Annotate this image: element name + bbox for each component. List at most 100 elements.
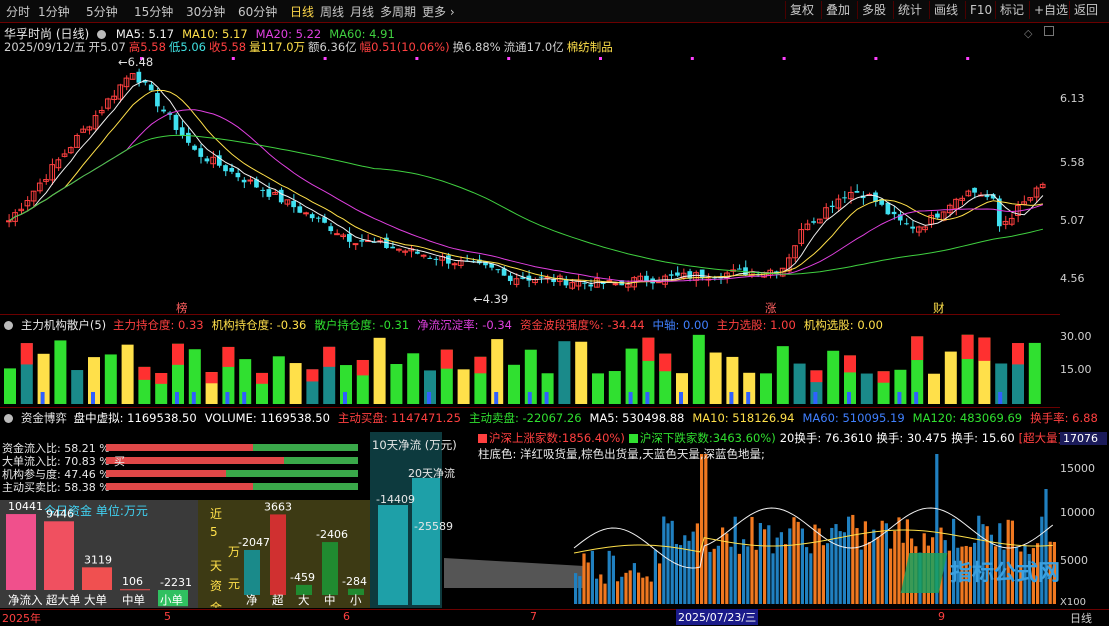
five-day-label-4: 小 bbox=[350, 593, 362, 607]
force-bar bbox=[373, 337, 386, 404]
force-bar-top bbox=[20, 343, 33, 365]
volume-bar bbox=[662, 516, 666, 604]
period-tab-0[interactable]: 分时 bbox=[6, 3, 30, 20]
period-tab-4[interactable]: 30分钟 bbox=[186, 3, 225, 20]
volume-bar bbox=[578, 576, 582, 604]
volume-legend-4: 换手: 15.60 bbox=[951, 431, 1015, 445]
p2-tick-2: 15.00 bbox=[1060, 363, 1092, 376]
signal-dot bbox=[323, 57, 327, 60]
vol-unit: X100 bbox=[1060, 597, 1086, 608]
diamond-icon[interactable]: ◇ bbox=[1024, 27, 1032, 40]
period-tab-6[interactable]: 日线 bbox=[290, 3, 314, 20]
today-value-1: 9446 bbox=[46, 507, 74, 520]
force-bar-base bbox=[343, 392, 347, 404]
period-tab-8[interactable]: 月线 bbox=[350, 3, 374, 20]
candle-body bbox=[179, 127, 185, 136]
candle-body bbox=[972, 187, 977, 193]
force-bar bbox=[289, 363, 302, 404]
today-bar-2 bbox=[82, 567, 112, 590]
force-bar bbox=[54, 340, 67, 404]
legend-swatch-0 bbox=[478, 434, 487, 443]
force-bar bbox=[575, 341, 588, 404]
period-tab-3[interactable]: 15分钟 bbox=[134, 3, 173, 20]
period-tab-9[interactable]: 多周期 bbox=[380, 3, 416, 20]
volume-bar bbox=[729, 546, 733, 604]
ratio-bar-fill-2 bbox=[106, 470, 226, 477]
force-bar-base bbox=[544, 392, 549, 404]
p2-tick-1: 30.00 bbox=[1060, 330, 1092, 343]
toolbar-button-7[interactable]: +自选 bbox=[1029, 1, 1072, 19]
volume-bar bbox=[746, 546, 750, 604]
signal-dot bbox=[690, 57, 694, 60]
volume-bar bbox=[725, 533, 729, 604]
volume-bar bbox=[742, 539, 746, 604]
volume-note: 柱底色: 洋红吸货量,棕色出货量,天蓝色天量,深蓝色地量; bbox=[478, 447, 765, 461]
p3-field-0: 盘中虚拟: 1169538.50 bbox=[73, 411, 197, 425]
period-tab-10[interactable]: 更多 › bbox=[422, 3, 455, 20]
period-tab-1[interactable]: 1分钟 bbox=[38, 3, 70, 20]
ten-day-value: -14409 bbox=[376, 493, 415, 506]
price-chart[interactable] bbox=[0, 52, 1060, 312]
force-bar-top bbox=[659, 353, 672, 372]
toolbar-button-6[interactable]: 标记 bbox=[995, 1, 1028, 19]
panel2-title[interactable]: 主力机构散户(5) bbox=[21, 318, 106, 332]
toolbar-button-3[interactable]: 统计 bbox=[893, 1, 926, 19]
toolbar-button-1[interactable]: 叠加 bbox=[821, 1, 854, 19]
force-bar bbox=[71, 370, 84, 404]
volume-bar bbox=[716, 545, 720, 604]
square-icon[interactable] bbox=[1044, 26, 1054, 36]
force-bar-top bbox=[155, 373, 168, 384]
p3-field-1: VOLUME: 1169538.50 bbox=[204, 411, 330, 425]
signal-dot bbox=[231, 57, 235, 60]
candle-body bbox=[161, 109, 166, 112]
p3-field-3: 主动卖盘: -22067.26 bbox=[468, 411, 582, 425]
period-tab-7[interactable]: 周线 bbox=[320, 3, 344, 20]
candle-body bbox=[612, 283, 619, 286]
volume-bar bbox=[868, 541, 872, 604]
volume-bar bbox=[809, 553, 813, 604]
five-day-title-char-6: 金 bbox=[210, 600, 222, 608]
force-bar-base bbox=[242, 392, 247, 404]
toolbar-button-8[interactable]: 返回 bbox=[1069, 1, 1102, 19]
force-bar bbox=[827, 350, 840, 404]
main-force-chart[interactable] bbox=[0, 332, 1060, 406]
toolbar-button-5[interactable]: F10 bbox=[965, 1, 996, 19]
force-bar bbox=[457, 369, 470, 404]
gear-icon[interactable] bbox=[4, 414, 13, 423]
force-bar bbox=[928, 373, 940, 404]
toolbar-button-2[interactable]: 多股 bbox=[857, 1, 890, 19]
volume-bar bbox=[813, 524, 817, 604]
candle-body bbox=[699, 269, 705, 279]
p3-field-7: MA120: 483069.69 bbox=[912, 411, 1023, 425]
volume-bar bbox=[889, 548, 893, 604]
candle-body bbox=[155, 92, 160, 107]
candle-body bbox=[736, 268, 742, 270]
panel3-title[interactable]: 资金博弈 bbox=[21, 411, 67, 425]
time-period[interactable]: 日线 bbox=[1070, 610, 1092, 626]
candle-body bbox=[935, 213, 940, 218]
signal-dot bbox=[874, 57, 878, 60]
force-bar bbox=[272, 356, 285, 404]
force-bar-base bbox=[628, 392, 633, 404]
five-day-bar-0 bbox=[244, 549, 260, 595]
toolbar-button-0[interactable]: 复权 bbox=[785, 1, 818, 19]
volume-bar bbox=[700, 454, 704, 604]
gear-icon[interactable] bbox=[4, 321, 13, 330]
volume-bar bbox=[683, 535, 687, 604]
signal-dot bbox=[415, 57, 419, 60]
five-day-title-char-2: 天 bbox=[210, 559, 222, 573]
candle-body bbox=[904, 223, 909, 225]
today-bar-1 bbox=[44, 521, 74, 590]
vol-tick-1: 15000 bbox=[1060, 462, 1095, 475]
force-bar-base bbox=[897, 392, 902, 404]
candle-body bbox=[829, 205, 835, 208]
volume-bar bbox=[632, 563, 636, 604]
force-bar-base bbox=[645, 392, 650, 404]
volume-legend: 沪深上涨家数:1856.40%) 沪深下跌家数:3463.60%) 20换手: 76… bbox=[478, 430, 1066, 446]
gear-icon[interactable] bbox=[97, 30, 107, 39]
period-tab-5[interactable]: 60分钟 bbox=[238, 3, 277, 20]
toolbar-button-4[interactable]: 画线 bbox=[929, 1, 962, 19]
five-day-bar-3 bbox=[322, 542, 338, 595]
period-tab-2[interactable]: 5分钟 bbox=[86, 3, 118, 20]
volume-bar bbox=[574, 573, 578, 604]
